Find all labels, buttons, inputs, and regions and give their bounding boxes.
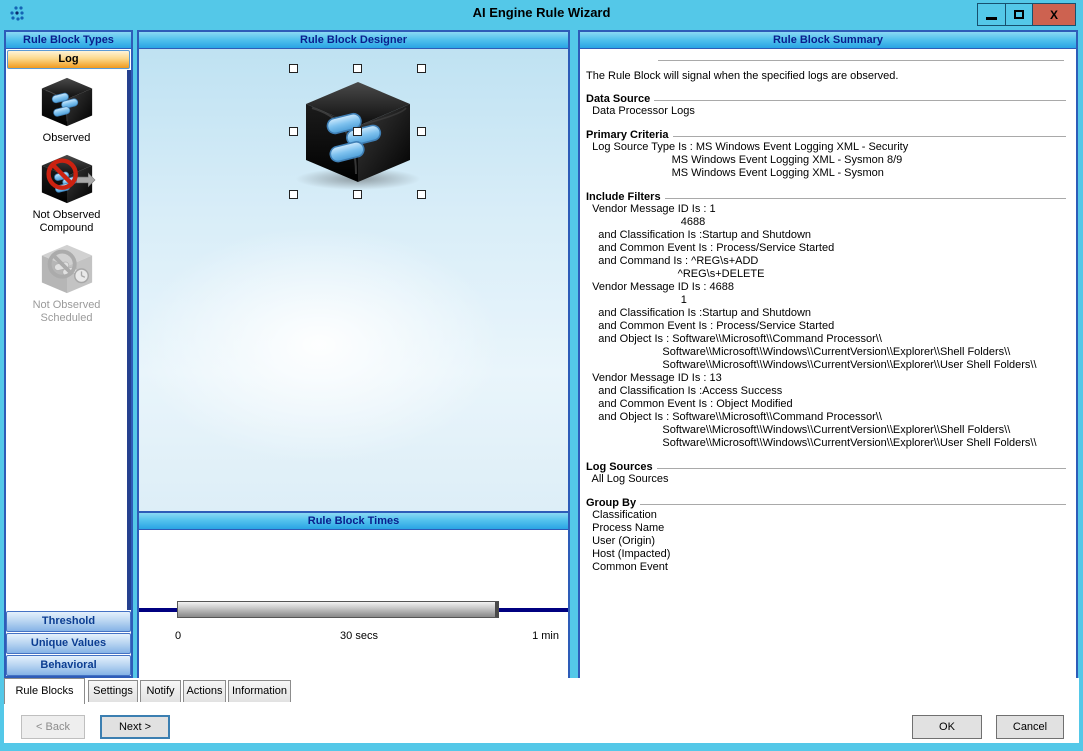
tab-rule-blocks[interactable]: Rule Blocks <box>4 678 85 704</box>
selection-handle-bottom-center[interactable] <box>353 190 362 199</box>
rule-block-type-list: Observed Not Observed Compound <box>6 70 131 610</box>
summary-line: Process Name <box>586 522 1068 535</box>
maximize-icon <box>1014 10 1024 19</box>
summary-line: Common Event <box>586 561 1068 574</box>
title-bar: AI Engine Rule Wizard x <box>0 0 1083 28</box>
selection-handle-bottom-right[interactable] <box>417 190 426 199</box>
summary-line: All Log Sources <box>586 473 1068 486</box>
cancel-button[interactable]: Cancel <box>996 715 1064 739</box>
summary-line: 1 <box>586 294 1068 307</box>
close-icon: x <box>1050 8 1058 22</box>
summary-line: and Common Event Is : Object Modified <box>586 398 1068 411</box>
summary-section-primary-criteria: Primary Criteria Log Source Type Is : MS… <box>586 129 1068 180</box>
summary-line: and Object Is : Software\\Microsoft\\Com… <box>586 333 1068 346</box>
selection-handle-center[interactable] <box>353 127 362 136</box>
window-title: AI Engine Rule Wizard <box>0 5 1083 20</box>
rule-block-times-header: Rule Block Times <box>139 513 568 530</box>
summary-line: Data Processor Logs <box>586 105 1068 118</box>
ai-engine-rule-wizard-window: { "window": { "title": "AI Engine Rule W… <box>0 0 1083 751</box>
summary-line: Vendor Message ID Is : 13 <box>586 372 1068 385</box>
selection-handle-middle-left[interactable] <box>289 127 298 136</box>
log-not-observed-compound-icon <box>38 153 96 205</box>
summary-line: and Command Is : ^REG\s+ADD <box>586 255 1068 268</box>
type-item-label: Not Observed Scheduled <box>33 299 101 325</box>
summary-line: and Common Event Is : Process/Service St… <box>586 242 1068 255</box>
rule-type-category-button[interactable]: Threshold <box>6 611 131 632</box>
close-button[interactable]: x <box>1032 3 1076 26</box>
summary-line: Software\\Microsoft\\Windows\\CurrentVer… <box>586 346 1068 359</box>
tick-label-start: 0 <box>175 630 181 642</box>
rule-block-types-header: Rule Block Types <box>6 32 131 49</box>
log-not-observed-scheduled-icon <box>38 243 96 295</box>
summary-line: and Classification Is :Startup and Shutd… <box>586 307 1068 320</box>
selection-handle-top-right[interactable] <box>417 64 426 73</box>
selection-handle-top-left[interactable] <box>289 64 298 73</box>
summary-line: and Classification Is :Startup and Shutd… <box>586 229 1068 242</box>
section-title: Data Source <box>586 93 650 105</box>
dialog-bottom-area: Rule Blocks Settings Notify Actions Info… <box>4 678 1079 743</box>
summary-top-rule <box>658 60 1064 61</box>
rule-block-types-panel: Rule Block Types Log Observed <box>4 30 133 678</box>
log-observed-cube-icon <box>38 76 96 128</box>
rule-block-designer-panel: Rule Block Designer <box>137 30 570 511</box>
times-body: 0 30 secs 1 min <box>139 530 568 678</box>
type-item-label: Not Observed Compound <box>33 209 101 235</box>
summary-line: Classification <box>586 509 1068 522</box>
summary-section-group-by: Group By Classification Process Name Use… <box>586 497 1068 574</box>
section-title: Include Filters <box>586 191 661 203</box>
summary-section-log-sources: Log Sources All Log Sources <box>586 461 1068 486</box>
summary-line: MS Windows Event Logging XML - Sysmon 8/… <box>586 154 1068 167</box>
next-button[interactable]: Next > <box>100 715 170 739</box>
rule-type-category-button[interactable]: Behavioral <box>6 655 131 676</box>
rule-block-summary-panel: Rule Block Summary The Rule Block will s… <box>578 30 1078 678</box>
rule-block-summary-header: Rule Block Summary <box>580 32 1076 49</box>
summary-line: Log Source Type Is : MS Windows Event Lo… <box>586 141 1068 154</box>
rule-block-times-panel: Rule Block Times 0 30 secs 1 min <box>137 511 570 678</box>
summary-line: and Classification Is :Access Success <box>586 385 1068 398</box>
summary-line: User (Origin) <box>586 535 1068 548</box>
type-item-not-observed-compound[interactable]: Not Observed Compound <box>33 153 101 235</box>
summary-section-include-filters: Include Filters Vendor Message ID Is : 1… <box>586 191 1068 450</box>
selection-handle-top-center[interactable] <box>353 64 362 73</box>
summary-line: ^REG\s+DELETE <box>586 268 1068 281</box>
designer-canvas[interactable] <box>139 49 568 511</box>
tick-label-end: 1 min <box>509 630 559 642</box>
rule-type-category-button[interactable]: Unique Values <box>6 633 131 654</box>
summary-section-data-source: Data Source Data Processor Logs <box>586 93 1068 118</box>
summary-line: Host (Impacted) <box>586 548 1068 561</box>
tab-actions[interactable]: Actions <box>183 680 226 702</box>
summary-line: Vendor Message ID Is : 1 <box>586 203 1068 216</box>
log-type-button[interactable]: Log <box>7 50 130 69</box>
summary-line: and Common Event Is : Process/Service St… <box>586 320 1068 333</box>
summary-line: and Object Is : Software\\Microsoft\\Com… <box>586 411 1068 424</box>
type-item-not-observed-scheduled[interactable]: Not Observed Scheduled <box>33 243 101 325</box>
selected-rule-block[interactable] <box>289 64 428 204</box>
summary-intro-text: The Rule Block will signal when the spec… <box>586 70 1068 82</box>
minimize-icon <box>986 17 997 20</box>
tab-information[interactable]: Information <box>228 680 291 702</box>
summary-line: Vendor Message ID Is : 4688 <box>586 281 1068 294</box>
selection-handle-bottom-left[interactable] <box>289 190 298 199</box>
section-title: Primary Criteria <box>586 129 669 141</box>
tab-notify[interactable]: Notify <box>140 680 181 702</box>
maximize-button[interactable] <box>1005 3 1033 26</box>
summary-line: Software\\Microsoft\\Windows\\CurrentVer… <box>586 359 1068 372</box>
summary-line: MS Windows Event Logging XML - Sysmon <box>586 167 1068 180</box>
section-title: Log Sources <box>586 461 653 473</box>
time-range-bar[interactable] <box>177 601 499 618</box>
tick-label-middle: 30 secs <box>299 630 419 642</box>
ok-button[interactable]: OK <box>912 715 982 739</box>
selection-handle-middle-right[interactable] <box>417 127 426 136</box>
type-item-observed[interactable]: Observed <box>38 76 96 145</box>
rule-block-designer-header: Rule Block Designer <box>139 32 568 49</box>
back-button[interactable]: < Back <box>21 715 85 739</box>
summary-line: Software\\Microsoft\\Windows\\CurrentVer… <box>586 437 1068 450</box>
tab-settings[interactable]: Settings <box>88 680 138 702</box>
summary-line: Software\\Microsoft\\Windows\\CurrentVer… <box>586 424 1068 437</box>
minimize-button[interactable] <box>977 3 1006 26</box>
type-item-label: Observed <box>43 132 91 145</box>
summary-line: 4688 <box>586 216 1068 229</box>
section-title: Group By <box>586 497 636 509</box>
summary-body: The Rule Block will signal when the spec… <box>580 49 1076 678</box>
